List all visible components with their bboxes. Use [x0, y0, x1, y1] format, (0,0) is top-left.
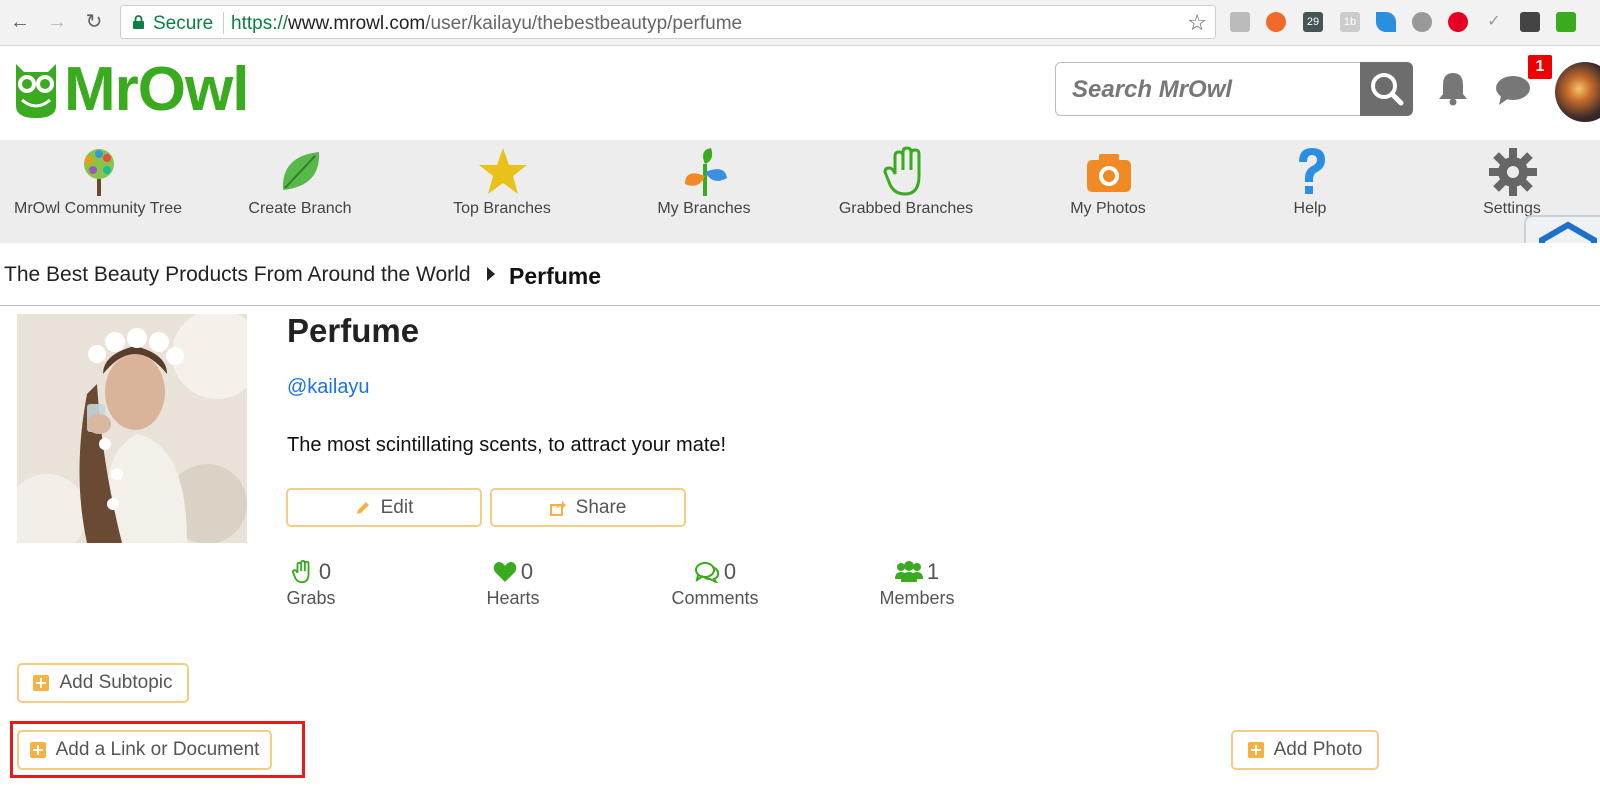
add-photo-label: Add Photo — [1273, 739, 1363, 760]
username-link[interactable]: @kailayu — [287, 376, 370, 399]
check-extension-icon[interactable]: ✓ — [1484, 12, 1504, 32]
nav-create-branch[interactable]: Create Branch — [200, 140, 400, 243]
hearts-label: Hearts — [486, 588, 540, 608]
address-bar[interactable]: Secure https://www.mrowl.com/user/kailay… — [120, 5, 1216, 39]
stat-members[interactable]: 1 Members — [862, 558, 972, 609]
secure-label: Secure — [153, 13, 214, 34]
share-label: Share — [575, 496, 627, 518]
forward-arrow-icon[interactable]: → — [45, 10, 69, 34]
print-extension-icon[interactable] — [1556, 12, 1576, 32]
search-button[interactable] — [1360, 62, 1413, 116]
branch-photo[interactable] — [17, 314, 247, 543]
search-icon — [1371, 73, 1404, 106]
nav-label: MrOwl Community Tree — [13, 200, 183, 217]
satellite-extension-icon[interactable] — [1412, 12, 1432, 32]
bookmark-star-icon[interactable]: ☆ — [1187, 10, 1207, 36]
comments-label: Comments — [671, 588, 759, 608]
nav-grabbed-branches[interactable]: Grabbed Branches — [806, 140, 1006, 243]
breadcrumb-current: Perfume — [509, 263, 602, 289]
bell-icon[interactable] — [1436, 70, 1470, 106]
lock-icon — [133, 15, 144, 29]
nav-community-tree[interactable]: MrOwl Community Tree — [0, 140, 198, 243]
sail-extension-icon[interactable] — [1376, 12, 1396, 32]
browser-toolbar: ← → ↻ Secure https://www.mrowl.com/user/… — [0, 0, 1600, 46]
pinterest-icon[interactable] — [1448, 12, 1468, 32]
question-icon — [1299, 148, 1325, 194]
plus-square-icon — [1247, 742, 1264, 758]
share-button[interactable]: Share — [490, 488, 686, 527]
hearts-count: 0 — [520, 559, 534, 584]
search-input[interactable]: Search MrOwl — [1055, 62, 1363, 116]
heart-icon — [493, 562, 517, 582]
download-extension-icon[interactable] — [1520, 12, 1540, 32]
share-icon — [549, 500, 566, 516]
avatar[interactable] — [1555, 62, 1600, 122]
fox-extension-icon[interactable] — [1266, 12, 1286, 32]
members-count: 1 — [926, 559, 940, 584]
nav-help[interactable]: Help — [1210, 140, 1410, 243]
comments-count: 0 — [723, 559, 737, 584]
logo-text: MrOwl — [64, 55, 249, 124]
camera-icon — [1087, 154, 1131, 192]
stat-comments[interactable]: 0 Comments — [660, 558, 770, 609]
plus-square-icon — [33, 675, 50, 691]
perfume-photo-image — [17, 314, 247, 543]
stat-grabs[interactable]: 0 Grabs — [256, 558, 366, 609]
onebee-extension-icon[interactable]: 1b — [1340, 12, 1360, 32]
hand-icon — [883, 146, 921, 196]
url-text: https://www.mrowl.com/user/kailayu/thebe… — [231, 13, 743, 34]
site-header: MrOwl Search MrOwl 1 — [0, 46, 1600, 140]
star-icon — [479, 148, 527, 194]
address-separator — [223, 12, 224, 34]
caret-right-icon — [487, 267, 495, 281]
add-subtopic-label: Add Subtopic — [59, 672, 173, 693]
nav-label: My Photos — [1070, 200, 1146, 217]
nav-label: Create Branch — [248, 200, 352, 217]
branch-description: The most scintillating scents, to attrac… — [287, 434, 727, 456]
hand-icon — [291, 560, 310, 584]
add-subtopic-button[interactable]: Add Subtopic — [17, 663, 189, 703]
notification-badge: 1 — [1528, 55, 1552, 79]
reload-icon[interactable]: ↻ — [82, 10, 106, 34]
add-photo-button[interactable]: Add Photo — [1231, 730, 1379, 770]
sprout-icon — [685, 148, 727, 196]
nav-my-branches[interactable]: My Branches — [604, 140, 804, 243]
back-arrow-icon[interactable]: ← — [8, 10, 32, 34]
nav-top-branches[interactable]: Top Branches — [402, 140, 602, 243]
edit-button[interactable]: Edit — [286, 488, 482, 527]
leaf-icon — [282, 152, 320, 190]
calendar-extension-icon[interactable]: 29 — [1303, 12, 1323, 32]
stat-hearts[interactable]: 0 Hearts — [458, 558, 568, 609]
edit-label: Edit — [380, 496, 414, 518]
members-icon — [894, 561, 923, 582]
nav-my-photos[interactable]: My Photos — [1008, 140, 1208, 243]
pencil-icon — [356, 501, 369, 514]
main-nav: MrOwl Community Tree Create Branch Top B… — [0, 140, 1600, 243]
nav-label: Grabbed Branches — [838, 200, 974, 217]
grabs-count: 0 — [318, 559, 332, 584]
mrowl-logo[interactable]: MrOwl — [10, 55, 260, 124]
comments-icon — [694, 562, 719, 583]
gear-icon — [1489, 148, 1537, 196]
nav-label: Top Branches — [453, 200, 551, 217]
nav-label: My Branches — [657, 200, 751, 217]
chat-icon[interactable] — [1495, 74, 1531, 106]
camera-extension-icon[interactable] — [1230, 12, 1250, 32]
members-label: Members — [879, 588, 955, 608]
breadcrumb-parent-link[interactable]: The Best Beauty Products From Around the… — [4, 263, 471, 287]
owl-logo-icon — [16, 64, 56, 118]
highlight-box — [10, 721, 305, 778]
grabs-label: Grabs — [286, 588, 336, 608]
nav-label: Help — [1293, 200, 1327, 217]
breadcrumb: The Best Beauty Products From Around the… — [0, 243, 1600, 306]
branch-title: Perfume — [287, 312, 420, 349]
tree-icon — [84, 149, 114, 196]
